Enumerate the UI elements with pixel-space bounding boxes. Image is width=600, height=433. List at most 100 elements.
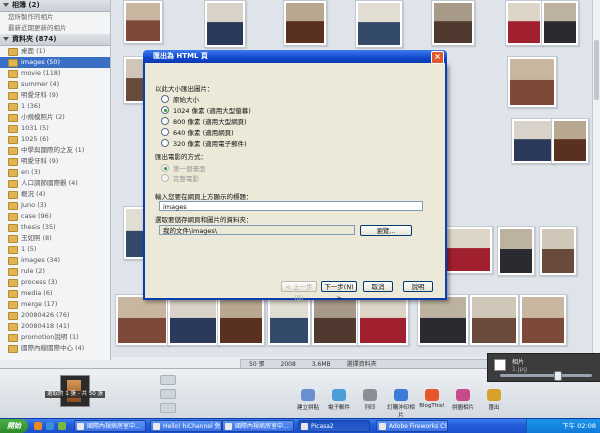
folder-item[interactable]: 明愛牙科 (9) <box>0 156 110 167</box>
tray-tool-button[interactable]: 訂購沖印相片 <box>387 389 415 419</box>
photo-thumbnail[interactable] <box>355 0 403 48</box>
photo-thumbnail[interactable] <box>167 294 219 346</box>
tray-tool-button[interactable]: 匯出 <box>480 389 508 411</box>
folder-item[interactable]: 1025 (6) <box>0 134 110 145</box>
folder-item[interactable]: 20080418 (41) <box>0 321 110 332</box>
back-button[interactable]: < 上一步(B) <box>281 281 317 302</box>
radio-button[interactable] <box>161 117 169 125</box>
taskbar-button[interactable]: Hello! hiChannel 免費... <box>150 420 222 432</box>
quicklaunch-firefox-icon[interactable] <box>34 422 42 430</box>
photo-thumbnail[interactable] <box>505 0 543 46</box>
folder-item[interactable]: 概況 (4) <box>0 189 110 200</box>
radio-button[interactable] <box>161 106 169 114</box>
photo-thumbnail[interactable] <box>539 226 577 276</box>
photo-scrollbar[interactable] <box>592 0 600 357</box>
taskbar-button[interactable]: Adobe Fireworks CS3 ... <box>376 420 448 432</box>
photo-thumbnail[interactable] <box>267 294 311 346</box>
movie-method-option[interactable]: 完整電影 <box>161 173 199 183</box>
next-button[interactable]: 下一步(N) > <box>321 281 357 302</box>
folder-item[interactable]: Juno (3) <box>0 200 110 211</box>
radio-button[interactable] <box>161 139 169 147</box>
photo-thumbnail[interactable] <box>551 118 589 164</box>
tray-tool-button[interactable]: 拼圖相片 <box>449 389 477 411</box>
folder-item[interactable]: 小規模照片 (2) <box>0 112 110 123</box>
folder-item[interactable]: images (34) <box>0 255 110 266</box>
folder-item[interactable]: process (3) <box>0 277 110 288</box>
photo-thumbnail[interactable] <box>441 226 493 274</box>
photo-thumbnail[interactable] <box>431 0 475 46</box>
albums-section-header[interactable]: 相簿 (2) <box>0 0 110 12</box>
size-option[interactable]: 原始大小 <box>161 94 199 104</box>
quicklaunch-app-icon[interactable] <box>58 422 66 430</box>
folder-item[interactable]: 中學與國際的之友 (1) <box>0 145 110 156</box>
folder-item[interactable]: 國際內線國際中心 (4) <box>0 343 110 354</box>
photo-thumbnail[interactable] <box>217 294 265 346</box>
tray-tool-button[interactable]: 電子郵件 <box>325 389 353 411</box>
zoom-slider[interactable] <box>500 371 592 381</box>
radio-button[interactable] <box>161 95 169 103</box>
cancel-button[interactable]: 取消 <box>363 281 393 292</box>
photo-thumbnail[interactable] <box>469 294 519 346</box>
folder-item[interactable]: rule (2) <box>0 266 110 277</box>
folder-item[interactable]: en (3) <box>0 167 110 178</box>
size-option[interactable]: 640 像素 (適用網頁) <box>161 127 234 137</box>
photo-thumbnail[interactable] <box>283 0 327 46</box>
collapse-arrow-icon[interactable] <box>3 37 9 41</box>
taskbar-button[interactable]: 國際內視病房室中... <box>74 420 146 432</box>
size-option[interactable]: 800 像素 (適用大型網頁) <box>161 116 247 126</box>
add-to-button[interactable] <box>160 403 176 413</box>
radio-button[interactable] <box>161 128 169 136</box>
hold-button[interactable] <box>160 375 176 385</box>
folder-item[interactable]: media (6) <box>0 288 110 299</box>
tray-tool-button[interactable]: 列印 <box>356 389 384 411</box>
photo-thumbnail[interactable] <box>497 226 535 276</box>
photo-thumbnail[interactable] <box>519 294 567 346</box>
folder-item[interactable]: promotion說明 (1) <box>0 332 110 343</box>
folder-item[interactable]: thesis (35) <box>0 222 110 233</box>
scrollbar-thumb[interactable] <box>594 40 599 100</box>
radio-button[interactable] <box>161 164 169 172</box>
folders-section-header[interactable]: 資料夾 (874) <box>0 34 110 46</box>
folder-item[interactable]: 人口調節國際觀 (4) <box>0 178 110 189</box>
folder-item[interactable]: movie (118) <box>0 68 110 79</box>
folder-item[interactable]: 明愛牙科 (9) <box>0 90 110 101</box>
tray-tool-button[interactable]: 建立拼貼 <box>294 389 322 411</box>
folder-item[interactable]: summer (4) <box>0 79 110 90</box>
photo-thumbnail[interactable] <box>357 294 409 346</box>
movie-method-option[interactable]: 第一個畫面 <box>161 163 206 173</box>
album-item[interactable]: 最新近期更新的相片 <box>0 23 110 34</box>
size-option[interactable]: 1024 像素 (適用大型螢幕) <box>161 105 251 115</box>
folder-item[interactable]: merge (17) <box>0 299 110 310</box>
folder-item[interactable]: case (96) <box>0 211 110 222</box>
folder-item[interactable]: 1 (36) <box>0 101 110 112</box>
folder-item[interactable]: 玉如照 (8) <box>0 233 110 244</box>
help-button[interactable]: 說明 <box>403 281 433 292</box>
collapse-arrow-icon[interactable] <box>3 3 9 7</box>
album-item[interactable]: 您所製作的相片 <box>0 12 110 23</box>
photo-thumbnail[interactable] <box>541 0 579 46</box>
dialog-title-bar[interactable]: 匯出為 HTML 頁 × <box>143 50 447 64</box>
start-button[interactable]: 開始 <box>0 419 28 433</box>
tray-tool-button[interactable]: BlogThis! <box>418 389 446 409</box>
browse-button[interactable]: 瀏覽... <box>360 225 412 236</box>
photo-thumbnail[interactable] <box>417 294 469 346</box>
photo-thumbnail[interactable] <box>123 0 163 44</box>
size-option[interactable]: 320 像素 (適用電子郵件) <box>161 138 247 148</box>
photo-thumbnail[interactable] <box>311 294 359 346</box>
taskbar-button[interactable]: 國際內視病房室中... <box>222 420 294 432</box>
photo-thumbnail[interactable] <box>507 56 557 108</box>
photo-thumbnail[interactable] <box>511 118 555 164</box>
radio-button[interactable] <box>161 174 169 182</box>
folder-item[interactable]: 1 (5) <box>0 244 110 255</box>
close-icon[interactable]: × <box>431 51 444 64</box>
zoom-slider-knob[interactable] <box>554 371 562 381</box>
quicklaunch-ie-icon[interactable] <box>46 422 54 430</box>
folder-item[interactable]: images (50) <box>0 57 110 68</box>
photo-thumbnail[interactable] <box>204 0 246 48</box>
photo-thumbnail[interactable] <box>115 294 169 346</box>
clear-button[interactable] <box>160 389 176 399</box>
folder-item[interactable]: 1031 (5) <box>0 123 110 134</box>
page-title-input[interactable]: images <box>159 201 423 211</box>
folder-item[interactable]: 桌面 (1) <box>0 46 110 57</box>
taskbar-button[interactable]: Picasa2 <box>298 420 370 432</box>
